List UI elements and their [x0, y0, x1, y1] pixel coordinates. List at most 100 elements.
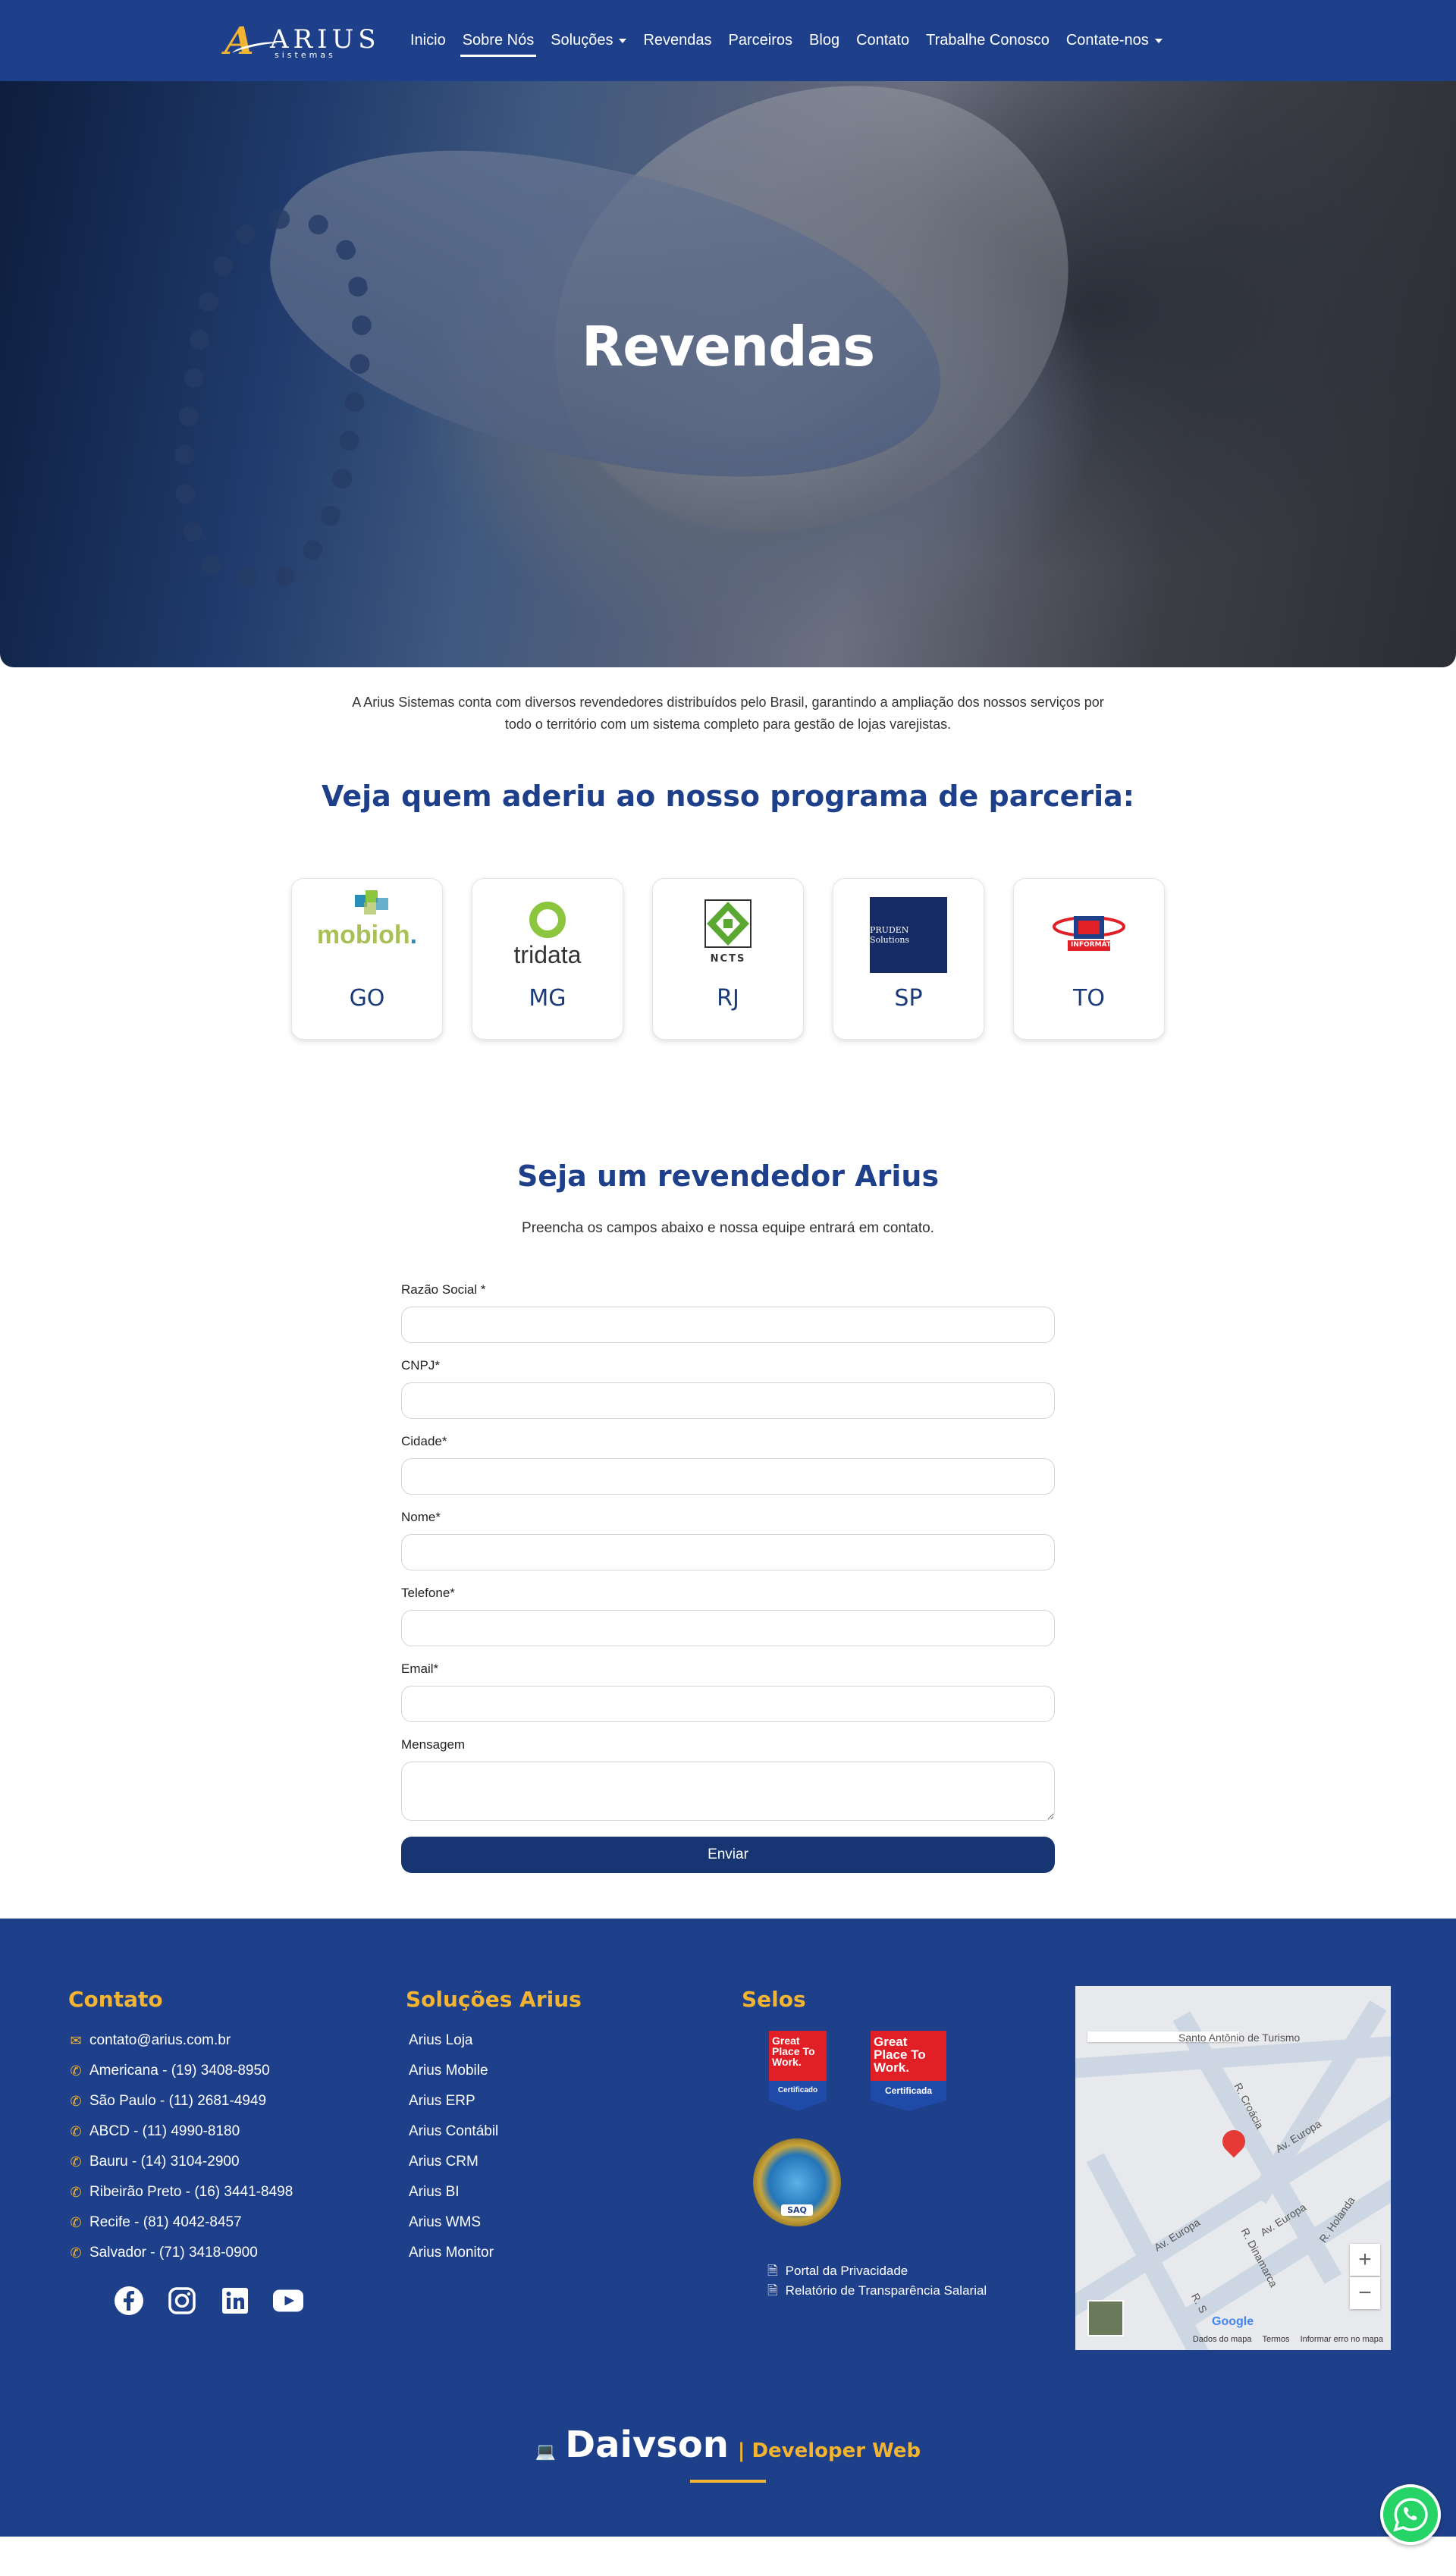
email-input[interactable] — [401, 1686, 1055, 1722]
logo-text: tridata — [513, 940, 582, 968]
contact-text: Ribeirão Preto - (16) 3441-8498 — [89, 2184, 293, 2200]
partner-card-sp[interactable]: PRUDEN Solutions SP — [833, 878, 984, 1040]
contact-text: Americana - (19) 3408-8950 — [89, 2063, 270, 2079]
whatsapp-button[interactable] — [1380, 2484, 1441, 2545]
hero-bracelet-image — [156, 199, 390, 601]
solution-link[interactable]: Arius BI — [406, 2177, 582, 2207]
phone-icon: ✆ — [70, 2185, 82, 2200]
chevron-down-icon — [1154, 38, 1163, 43]
gptw-cert: Certificada — [871, 2081, 946, 2101]
youtube-icon[interactable] — [273, 2286, 303, 2316]
map-footer-link[interactable]: Informar erro no mapa — [1301, 2335, 1383, 2344]
ncts-diamond-icon — [704, 899, 752, 948]
enviar-button[interactable]: Enviar — [401, 1837, 1055, 1873]
contact-phone[interactable]: ✆ ABCD - (11) 4990-8180 — [68, 2116, 293, 2147]
cnpj-input[interactable] — [401, 1382, 1055, 1419]
field-label: Razão Social * — [401, 1282, 486, 1297]
field-label: Telefone* — [401, 1586, 455, 1600]
reseller-form: Razão Social * CNPJ* Cidade* Nome* Telef… — [401, 1282, 1055, 1873]
prudent-solutions-logo: PRUDEN Solutions — [844, 894, 973, 976]
saq-seal: SAQ — [753, 2138, 841, 2226]
partner-card-rj[interactable]: NCTS RJ — [652, 878, 804, 1040]
nav-sobre-nos[interactable]: Sobre Nós — [454, 24, 543, 57]
map-footer-link[interactable]: Dados do mapa — [1193, 2335, 1252, 2344]
contact-phone[interactable]: ✆ Bauru - (14) 3104-2900 — [68, 2147, 293, 2177]
form-subtitle: Preencha os campos abaixo e nossa equipe… — [522, 1220, 934, 1236]
zoom-in-button[interactable]: + — [1350, 2244, 1380, 2276]
field-mensagem: Mensagem — [401, 1737, 1055, 1825]
logo-text: PRUDEN Solutions — [870, 925, 910, 945]
link-text: Relatório de Transparência Salarial — [785, 2283, 987, 2298]
contact-text: contato@arius.com.br — [89, 2032, 231, 2048]
nav-label: Blog — [809, 32, 840, 49]
partner-card-go[interactable]: mobioh. GO — [291, 878, 443, 1040]
phone-icon: ✆ — [70, 2094, 82, 2109]
laptop-icon: 💻 — [535, 2442, 557, 2461]
salary-report-link[interactable]: 🗎 Relatório de Transparência Salarial — [767, 2281, 987, 2301]
link-text: Portal da Privacidade — [785, 2264, 908, 2278]
contact-phone[interactable]: ✆ Recife - (81) 4042-8457 — [68, 2207, 293, 2238]
contact-email[interactable]: ✉ contato@arius.com.br — [68, 2025, 293, 2056]
contact-phone[interactable]: ✆ Salvador - (71) 3418-0900 — [68, 2238, 293, 2268]
form-title: Seja um revendedor Arius — [516, 1159, 940, 1193]
solution-link[interactable]: Arius Contábil — [406, 2116, 582, 2147]
nav-solucoes[interactable]: Soluções — [542, 24, 635, 57]
solution-link[interactable]: Arius Loja — [406, 2025, 582, 2056]
phone-icon: ✆ — [70, 2124, 82, 2139]
zoom-out-button[interactable]: − — [1350, 2277, 1380, 2309]
solution-link[interactable]: Arius Mobile — [406, 2056, 582, 2086]
nav-label: Trabalhe Conosco — [926, 32, 1050, 49]
field-label: Cidade* — [401, 1434, 447, 1448]
nav-blog[interactable]: Blog — [801, 24, 848, 57]
field-cidade: Cidade* — [401, 1434, 1055, 1495]
navbar: A ARIUS sistemas Inicio Sobre Nós Soluçõ… — [0, 0, 1456, 81]
nav-revendas[interactable]: Revendas — [635, 24, 720, 57]
solution-link[interactable]: Arius Monitor — [406, 2238, 582, 2268]
credit-subtitle: | Developer Web — [737, 2440, 921, 2462]
nav-contato[interactable]: Contato — [848, 24, 918, 57]
field-label: Email* — [401, 1661, 439, 1676]
privacy-portal-link[interactable]: 🗎 Portal da Privacidade — [767, 2261, 987, 2281]
map-footer-link[interactable]: Termos — [1263, 2335, 1290, 2344]
credit-underline — [690, 2480, 766, 2483]
logo-tagline: sistemas — [275, 50, 336, 60]
document-icon: 🗎 — [767, 2283, 778, 2298]
nome-input[interactable] — [401, 1534, 1055, 1570]
footer-contact: Contato ✉ contato@arius.com.br ✆ Americana… — [68, 1987, 293, 2268]
field-telefone: Telefone* — [401, 1586, 1055, 1646]
partner-card-mg[interactable]: tridata MG — [472, 878, 623, 1040]
partner-state: MG — [529, 985, 566, 1012]
mobioh-squares-icon — [354, 890, 388, 915]
nav-parceiros[interactable]: Parceiros — [720, 24, 801, 57]
hero-banner: Revendas — [0, 81, 1456, 667]
document-icon: 🗎 — [767, 2264, 778, 2278]
footer-seals: Selos — [742, 1987, 806, 2025]
field-cnpj: CNPJ* — [401, 1358, 1055, 1419]
linkedin-icon[interactable] — [220, 2286, 250, 2316]
nav-label: Contate-nos — [1065, 32, 1149, 49]
location-map[interactable]: Santo Antônio de Turismo R. Croácia Av. … — [1075, 1986, 1391, 2350]
solution-link[interactable]: Arius WMS — [406, 2207, 582, 2238]
contact-text: São Paulo - (11) 2681-4949 — [89, 2093, 267, 2109]
solution-link[interactable]: Arius CRM — [406, 2147, 582, 2177]
nav-inicio[interactable]: Inicio — [402, 24, 454, 57]
contact-phone[interactable]: ✆ Americana - (19) 3408-8950 — [68, 2056, 293, 2086]
contact-phone[interactable]: ✆ São Paulo - (11) 2681-4949 — [68, 2086, 293, 2116]
telefone-input[interactable] — [401, 1610, 1055, 1646]
facebook-icon[interactable] — [114, 2286, 144, 2316]
nav-contate-nos[interactable]: Contate-nos — [1058, 24, 1171, 57]
map-layer-toggle[interactable] — [1087, 2300, 1124, 2336]
solution-link[interactable]: Arius ERP — [406, 2086, 582, 2116]
developer-credit[interactable]: 💻 Daivson | Developer Web — [0, 2424, 1456, 2466]
nav-trabalhe-conosco[interactable]: Trabalhe Conosco — [918, 24, 1058, 57]
arius-logo[interactable]: A ARIUS sistemas — [224, 21, 376, 61]
razao-social-input[interactable] — [401, 1307, 1055, 1343]
mensagem-textarea[interactable] — [401, 1762, 1055, 1821]
instagram-icon[interactable] — [167, 2286, 197, 2316]
partner-card-to[interactable]: INFORMÁTICA TO — [1013, 878, 1165, 1040]
cidade-input[interactable] — [401, 1458, 1055, 1495]
footer-contact-title: Contato — [68, 1987, 163, 2012]
contact-phone[interactable]: ✆ Ribeirão Preto - (16) 3441-8498 — [68, 2177, 293, 2207]
phone-icon: ✆ — [70, 2154, 82, 2170]
phone-icon: ✆ — [70, 2245, 82, 2261]
